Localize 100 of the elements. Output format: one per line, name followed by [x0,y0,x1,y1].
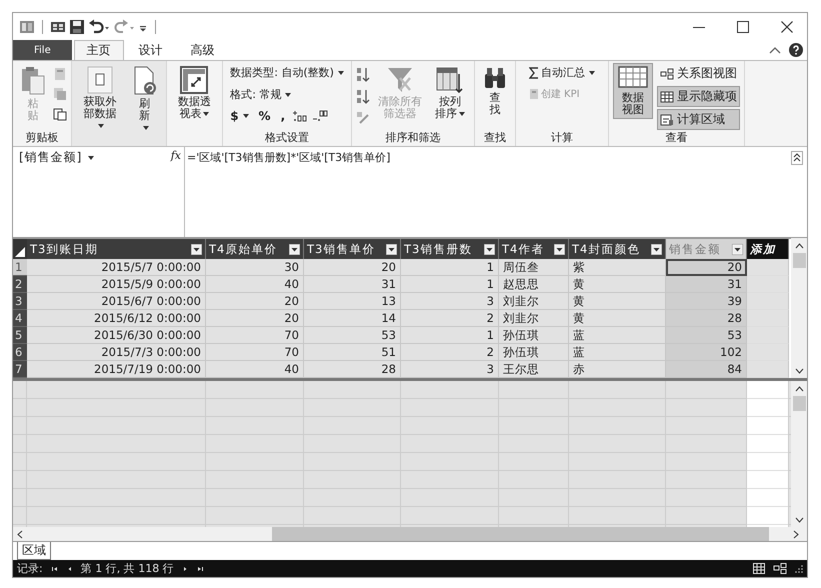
maximize-icon[interactable] [737,20,749,32]
table-cell: 王尔思 [499,361,569,378]
column-header[interactable]: T3销售册数 [401,239,499,259]
vertical-scrollbar[interactable] [791,238,807,378]
scroll-down-icon[interactable] [794,368,804,374]
select-all-icon[interactable] [15,247,25,257]
column-header[interactable]: 添加 [747,239,789,259]
sort-descending-icon[interactable] [356,89,370,105]
sigma-icon [528,66,539,78]
row-number[interactable]: 4 [13,310,27,327]
filter-dropdown-icon[interactable] [484,244,495,254]
paste-replace-icon[interactable] [53,107,67,121]
table-cell: 14 [304,310,401,327]
scroll-thumb[interactable] [792,396,806,411]
next-record-icon[interactable] [182,566,188,572]
app-icon[interactable] [19,18,35,34]
formula-field[interactable]: ='区域'[T3销售册数]*'区域'[T3销售单价] [185,147,791,237]
diagram-icon [660,68,674,80]
data-view-button[interactable]: 数据视图 [612,63,653,119]
row-number[interactable]: 6 [13,344,27,361]
save-icon[interactable] [69,18,85,34]
filter-dropdown-icon[interactable] [386,244,397,254]
table-cell: 刘韭尔 [499,293,569,310]
table-cell: 20 [666,259,747,276]
grid-view-icon[interactable] [753,563,765,574]
table-cell: 2015/6/12 0:00:00 [27,310,206,327]
row-number[interactable]: 5 [13,327,27,344]
resize-grip-icon[interactable] [795,564,803,572]
caret-icon [458,112,465,116]
column-header[interactable]: T4封面颜色 [569,239,666,259]
table-cell: 28 [304,361,401,378]
table-cell: 28 [666,310,747,327]
previous-record-icon[interactable] [66,566,73,572]
ribbon-tab[interactable]: 高级 [178,40,228,60]
scroll-right-icon[interactable] [793,530,799,538]
table-cell: 51 [304,344,401,361]
find-button[interactable]: 查找 [478,63,511,119]
sort-by-column-button[interactable]: 按列排序 [430,63,470,123]
column-header[interactable]: T4作者 [499,239,569,259]
diagram-view-button[interactable]: 关系图视图 [656,63,740,84]
vertical-scrollbar[interactable] [791,381,807,527]
table-cell: 2015/6/7 0:00:00 [27,293,206,310]
scroll-down-icon[interactable] [794,517,804,523]
refresh-button[interactable]: 刷新 [128,63,162,137]
row-number[interactable]: 3 [13,293,27,310]
table-cell: 孙伍琪 [499,344,569,361]
column-header[interactable]: T4原始单价 [206,239,304,259]
percent-button[interactable]: % [256,107,274,125]
data-type-dropdown[interactable]: 数据类型: 自动(整数) [227,63,347,82]
sort-ascending-icon[interactable] [356,67,370,83]
table-cell: 20 [206,310,304,327]
column-header[interactable]: T3到账日期 [27,239,206,259]
filter-dropdown-icon[interactable] [651,244,662,254]
scroll-up-icon[interactable] [794,386,804,392]
filter-dropdown-icon[interactable] [554,244,565,254]
undo-icon[interactable] [88,18,110,34]
decrease-decimal-icon[interactable] [312,110,328,122]
autosum-button[interactable]: 自动汇总 [526,63,598,82]
column-header[interactable]: T3销售单价 [304,239,401,259]
scroll-left-icon[interactable] [17,530,23,538]
name-box[interactable]: [销售金额] [19,149,94,166]
help-icon[interactable] [789,43,803,57]
clipboard-icon [21,66,45,96]
filter-dropdown-icon[interactable] [289,244,300,254]
group-label: 计算 [550,130,573,146]
file-tab[interactable]: File [13,40,72,60]
diagram-view-icon[interactable] [773,563,787,574]
document-icon [86,66,113,94]
filter-dropdown-icon[interactable] [191,244,202,254]
table-cell: 1 [401,259,499,276]
refresh-icon [132,66,158,96]
sheet-tab[interactable]: 区域 [17,542,51,560]
row-number[interactable]: 2 [13,276,27,293]
table-cell: 40 [206,276,304,293]
show-hidden-button[interactable]: 显示隐藏项 [656,86,740,107]
pivot-table-button[interactable]: 数据透视表 [170,63,218,123]
filter-dropdown-icon[interactable] [732,244,743,254]
table-cell: 2015/7/3 0:00:00 [27,344,206,361]
caret-icon [242,114,249,118]
scroll-up-icon[interactable] [794,243,804,249]
get-external-data-button[interactable]: 获取外部数据 [76,63,124,135]
calculation-area-button[interactable]: 计算区域 [656,109,740,130]
table-cell: 蓝 [569,344,666,361]
collapse-ribbon-icon[interactable] [769,45,781,55]
ribbon-tab[interactable]: 主页 [74,40,124,60]
close-icon[interactable] [781,20,793,32]
row-number[interactable]: 7 [13,361,27,378]
comma-button[interactable]: , [278,107,288,125]
format-dropdown[interactable]: 格式: 常规 [227,85,294,104]
ribbon-tab[interactable]: 设计 [126,40,176,60]
first-record-icon[interactable] [50,566,59,572]
last-record-icon[interactable] [196,566,204,572]
currency-button[interactable]: $ [227,107,252,125]
expand-icon[interactable] [791,151,803,165]
row-number[interactable]: 1 [13,259,27,276]
table-cell: 1 [401,327,499,344]
scroll-thumb[interactable] [792,253,806,268]
group-label: 剪贴板 [26,130,58,146]
scroll-thumb[interactable] [272,527,769,541]
increase-decimal-icon[interactable] [292,110,308,122]
